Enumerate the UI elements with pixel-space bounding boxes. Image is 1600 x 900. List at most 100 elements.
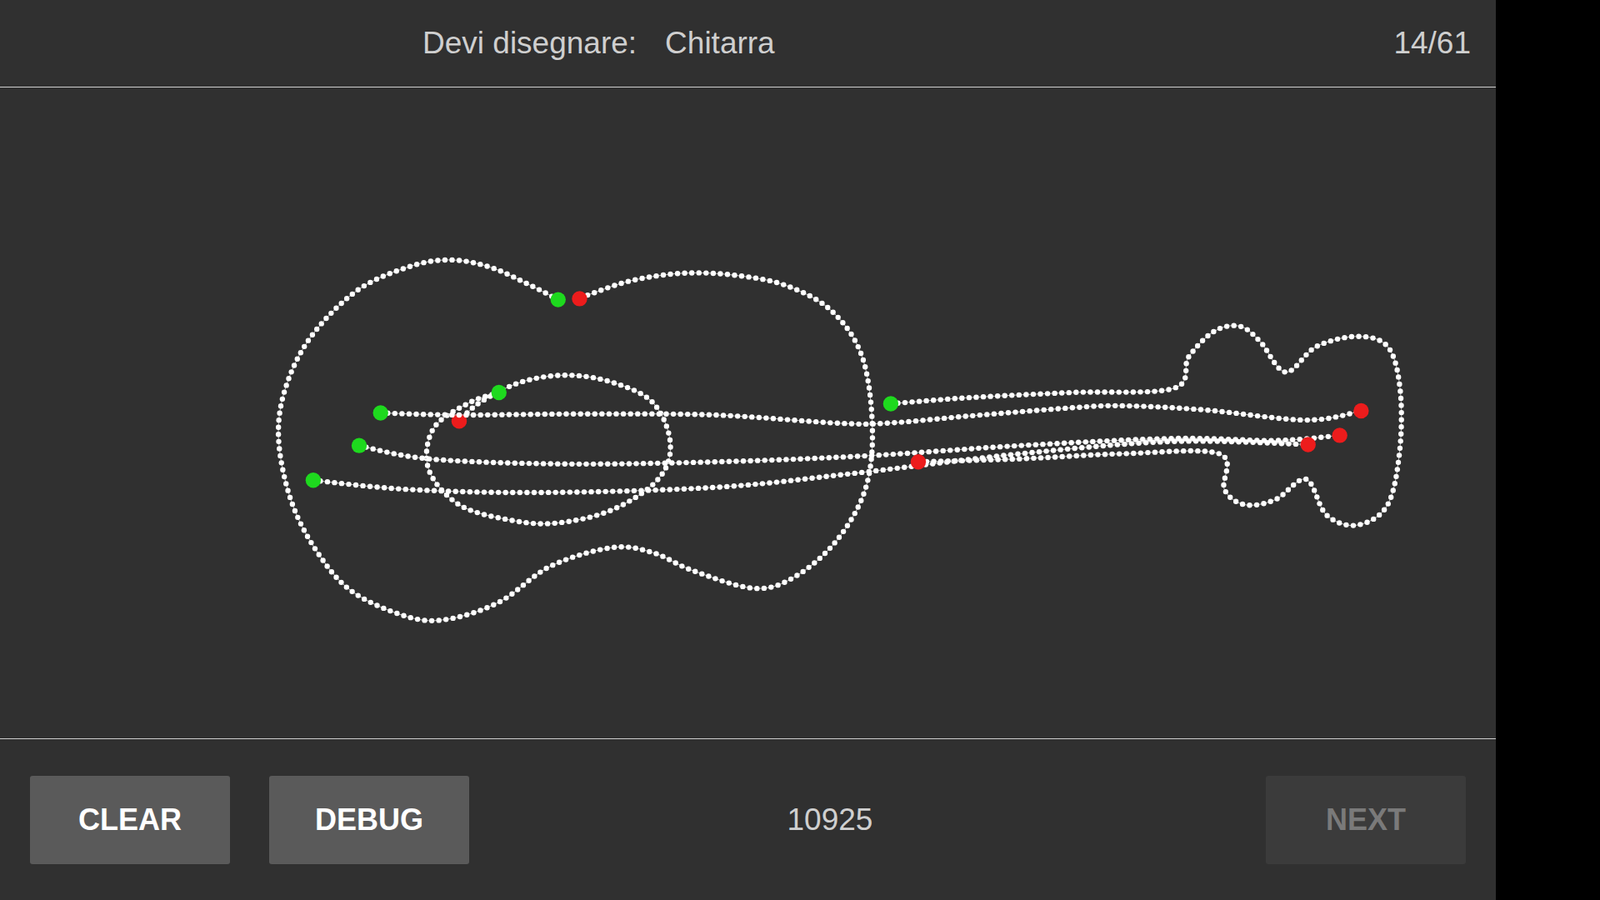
stroke-dot	[475, 400, 480, 406]
stroke-dot	[659, 471, 665, 477]
stroke-dot	[1376, 337, 1382, 343]
button[interactable]: CLEAR	[30, 775, 230, 865]
stroke-dot	[901, 465, 907, 470]
stroke-dot	[1087, 389, 1093, 395]
stroke-dot	[449, 257, 455, 263]
stroke-dot	[513, 411, 519, 417]
stroke-dot	[481, 489, 487, 495]
stroke-dot	[542, 411, 548, 417]
stroke-dot	[477, 412, 483, 418]
stroke-dot	[963, 413, 969, 419]
stroke-dot	[667, 271, 673, 277]
stroke-dot	[837, 472, 843, 478]
stroke-dot	[1387, 347, 1393, 353]
stroke-dot	[819, 455, 825, 460]
stroke-line	[313, 440, 1309, 493]
stroke-dot	[836, 535, 842, 540]
stroke-dot	[597, 546, 603, 552]
stroke-dot	[445, 488, 451, 494]
stroke-dot	[1024, 455, 1030, 461]
stroke-dot	[431, 488, 437, 494]
stroke-dot	[1281, 369, 1287, 375]
stroke-dot	[1104, 438, 1110, 444]
stroke-dot	[859, 470, 865, 475]
stroke-dot	[1370, 516, 1376, 522]
stroke-dot	[298, 520, 304, 526]
stroke-dot	[975, 445, 981, 451]
stroke-dot	[611, 545, 617, 550]
stroke-dot	[588, 489, 594, 495]
stroke-dot	[781, 580, 787, 585]
stroke-dot	[1165, 439, 1170, 445]
stroke-dot	[966, 457, 972, 463]
stroke-dot	[938, 396, 944, 402]
stroke-dot	[1170, 405, 1175, 410]
stroke-dot	[1184, 405, 1190, 411]
stroke-dot	[1151, 388, 1157, 394]
stroke-dot	[339, 480, 345, 486]
stroke-dot	[677, 411, 683, 417]
stroke-dot	[724, 484, 730, 490]
stroke-dot	[590, 375, 596, 380]
stroke-dot	[617, 488, 623, 494]
stroke-dot	[710, 270, 716, 276]
stroke-dot	[849, 420, 855, 426]
stroke-dot	[1254, 502, 1260, 508]
stroke-dot	[367, 280, 373, 285]
stroke-dot	[852, 337, 858, 343]
stroke-dot	[756, 415, 762, 420]
stroke-dot	[1095, 389, 1100, 395]
stroke-dot	[667, 451, 673, 457]
stroke-dot	[662, 460, 668, 466]
stroke-dot	[1350, 522, 1356, 528]
stroke-dot	[855, 453, 860, 459]
stroke-dot	[733, 582, 739, 588]
stroke-dot	[813, 296, 819, 302]
stroke-dot	[663, 465, 669, 470]
stroke-dot	[1264, 347, 1270, 353]
stroke-dot	[667, 437, 673, 443]
stroke-dot	[380, 605, 386, 611]
stroke-dot	[427, 411, 433, 417]
stroke-start-dot	[550, 291, 566, 307]
stroke-dot	[1183, 360, 1189, 366]
stroke-dot	[590, 461, 596, 467]
stroke-dot	[574, 489, 580, 495]
stroke-dot	[368, 600, 374, 605]
stroke-dot	[1255, 413, 1260, 419]
stroke-dot	[570, 411, 576, 417]
stroke-dot	[945, 396, 950, 402]
app: Devi disegnare: Chitarra 14/61 CLEARDEBU…	[0, 0, 1496, 900]
stroke-dot	[460, 489, 465, 495]
stroke-dot	[443, 616, 449, 622]
stroke-dot	[941, 415, 947, 421]
stroke-dot	[794, 572, 800, 578]
stroke-dot	[676, 460, 682, 465]
stroke-dot	[1072, 445, 1078, 451]
stroke-dot	[287, 495, 293, 500]
stroke-dot	[1010, 456, 1015, 462]
stroke-dot	[811, 560, 817, 565]
stroke-dot	[1394, 367, 1400, 373]
button: NEXT	[1265, 775, 1466, 865]
stroke-dot	[685, 566, 691, 572]
stroke-dot	[483, 459, 489, 465]
stroke-dot	[1105, 403, 1110, 409]
stroke-dot	[809, 475, 815, 481]
stroke-dot	[1357, 521, 1363, 527]
stroke-dot	[477, 607, 483, 613]
button[interactable]: DEBUG	[269, 775, 470, 865]
stroke-dot	[820, 420, 826, 425]
stroke-dot	[1045, 390, 1050, 396]
stroke-dot	[1200, 438, 1205, 444]
stroke-dot	[855, 421, 861, 427]
drawing-canvas[interactable]	[0, 87, 1496, 739]
stroke-dot	[361, 283, 367, 289]
stroke-dot	[1109, 389, 1115, 395]
stroke-dot	[645, 487, 651, 493]
stroke-dot	[481, 397, 487, 403]
stroke-dot	[598, 287, 604, 293]
stroke-dot	[674, 486, 680, 492]
stroke-dot	[477, 261, 483, 267]
stroke-dot	[791, 417, 797, 423]
